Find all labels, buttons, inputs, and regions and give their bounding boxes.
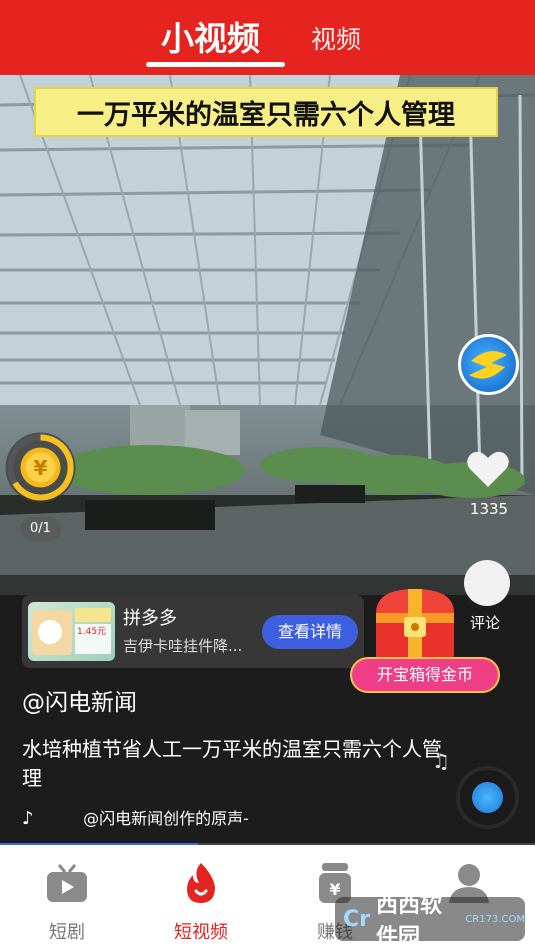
site-watermark: Cr 西西软件园 CR173.COM bbox=[335, 893, 525, 950]
open-chest-button[interactable]: 开宝箱得金币 bbox=[350, 657, 500, 693]
tv-icon bbox=[47, 864, 87, 902]
nav-item-short-video[interactable]: 短视频 bbox=[134, 845, 268, 951]
video-description: 水培种植节省人工一万平米的温室只需六个人管理 bbox=[22, 737, 442, 790]
treasure-chest-icon[interactable] bbox=[370, 583, 460, 665]
lightning-logo-icon bbox=[469, 351, 507, 379]
watermark-text: 西西软件园 bbox=[376, 893, 443, 950]
comment-icon[interactable] bbox=[464, 560, 510, 606]
nav-label-drama: 短剧 bbox=[49, 922, 85, 943]
tiktok-note-icon: ♪ bbox=[22, 808, 34, 829]
nav-label-short-video: 短视频 bbox=[174, 922, 228, 943]
active-tab-underline bbox=[146, 62, 285, 67]
nav-item-drama[interactable]: 短剧 bbox=[0, 845, 134, 951]
svg-text:¥: ¥ bbox=[329, 880, 340, 899]
tab-video[interactable]: 视频 bbox=[311, 20, 361, 56]
tab-short-video[interactable]: 小视频 bbox=[161, 12, 260, 60]
disc-logo-icon bbox=[472, 782, 503, 813]
flame-icon bbox=[187, 863, 215, 903]
sound-row[interactable]: ♪ @闪电新闻创作的原声- bbox=[22, 805, 249, 829]
ad-title: 拼多多 bbox=[123, 608, 177, 629]
author-name[interactable]: @闪电新闻 bbox=[22, 683, 137, 717]
coin-icon: ¥ bbox=[5, 432, 76, 503]
view-details-button[interactable]: 查看详情 bbox=[262, 615, 358, 649]
music-note-icon: ♫ bbox=[432, 749, 450, 773]
ad-card[interactable]: 1.45元 拼多多 吉伊卡哇挂件降... 查看详情 bbox=[22, 595, 364, 668]
svg-text:¥: ¥ bbox=[34, 456, 48, 480]
comment-label[interactable]: 评论 bbox=[470, 612, 500, 633]
video-player[interactable]: 一万平米的温室只需六个人管理 1335 评论 ¥ 0/1 1.45元 拼多多 吉… bbox=[0, 75, 535, 845]
ad-description: 吉伊卡哇挂件降... bbox=[123, 637, 243, 655]
greenhouse-video-frame bbox=[0, 75, 535, 845]
coin-timer[interactable]: ¥ bbox=[3, 430, 78, 505]
sound-title: @闪电新闻创作的原声- bbox=[83, 809, 249, 828]
watermark-logo: Cr bbox=[343, 906, 370, 932]
ad-thumbnail: 1.45元 bbox=[28, 602, 115, 661]
top-tab-bar: 小视频 视频 bbox=[0, 0, 535, 75]
heart-icon[interactable] bbox=[464, 445, 512, 493]
video-caption: 一万平米的温室只需六个人管理 bbox=[34, 87, 498, 137]
watermark-sub: CR173.COM bbox=[465, 913, 525, 925]
author-avatar[interactable] bbox=[458, 334, 519, 395]
ad-thumbnail-price: 1.45元 bbox=[77, 627, 107, 637]
coin-count-badge: 0/1 bbox=[20, 517, 61, 541]
like-count: 1335 bbox=[469, 500, 509, 518]
music-disc[interactable] bbox=[456, 766, 519, 829]
